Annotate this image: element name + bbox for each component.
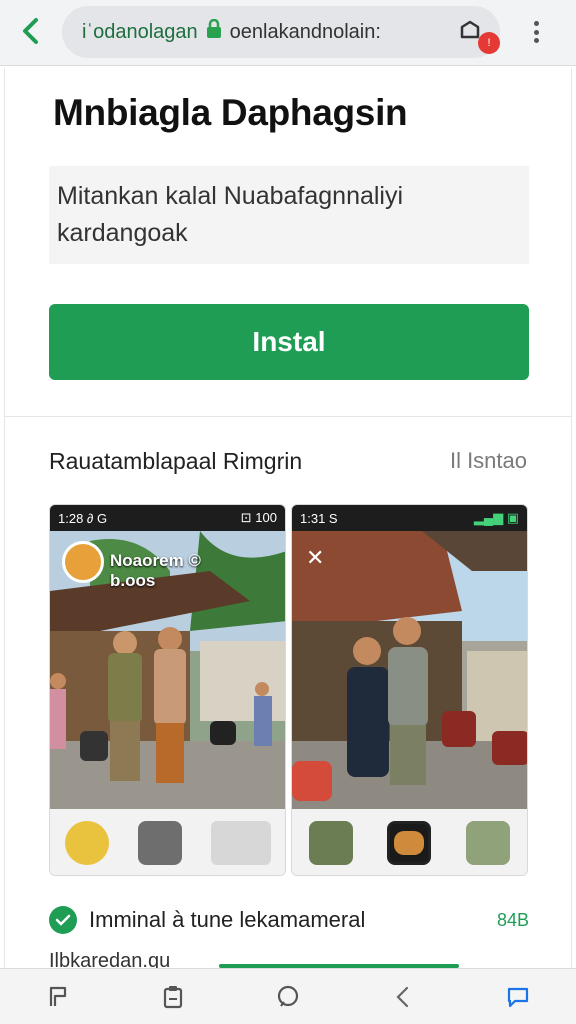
overlay-caption: Noaorem © b.oos: [110, 551, 201, 590]
thumbnail[interactable]: [465, 821, 510, 865]
thumbnail-strip: [292, 809, 527, 875]
thumbnail-strip: [50, 809, 285, 875]
screenshots-section-link[interactable]: Il Isntao: [450, 448, 527, 474]
screenshot-card[interactable]: 1:31 S ▂▄▆ ▣ ✕: [291, 504, 528, 876]
screenshot-image: [292, 531, 527, 809]
back-arrow-icon[interactable]: [14, 14, 48, 48]
thumbnail[interactable]: [64, 821, 109, 865]
check-icon: [49, 906, 77, 934]
avatar: [62, 541, 104, 583]
screenshots-section-title: Rauatamblapaal Rimgrin: [49, 448, 303, 474]
thumbnail[interactable]: [137, 821, 182, 865]
phone-status-bar: 1:31 S ▂▄▆ ▣: [292, 505, 527, 531]
install-info-row: Imminal à tune lekamameral 84B: [49, 902, 529, 938]
app-title: Mnbiagla Daphagsin: [53, 92, 408, 133]
thumbnail[interactable]: [309, 821, 354, 865]
app-description: Mitankan kalal Nuabafagnnaliyi kardangoa…: [49, 166, 529, 264]
url-path: oenlakandnolain:: [229, 20, 381, 43]
bookmark-icon[interactable]: [38, 977, 78, 1017]
lock-icon: [206, 18, 222, 45]
divider: [5, 416, 571, 417]
thumbnail[interactable]: [210, 821, 271, 865]
install-button[interactable]: Instal: [49, 304, 529, 380]
download-size: 84B: [496, 909, 529, 930]
more-vert-icon[interactable]: [524, 15, 548, 49]
url-host: iˈodanolagan: [82, 20, 198, 43]
message-icon[interactable]: [498, 977, 538, 1017]
clipboard-icon[interactable]: [153, 977, 193, 1017]
notification-badge: !: [478, 32, 500, 54]
screenshot-card[interactable]: 1:28 ∂ G ⊡ 100 Noaorem © b.oos: [49, 504, 286, 876]
address-bar[interactable]: iˈodanolagan oenlakandnolain:: [62, 6, 500, 58]
app-store-page: Mnbiagla Daphagsin Mitankan kalal Nuabaf…: [4, 68, 572, 968]
browser-toolbar: iˈodanolagan oenlakandnolain: !: [0, 0, 576, 66]
thumbnail[interactable]: [387, 821, 432, 865]
close-icon[interactable]: ✕: [306, 545, 324, 571]
chat-icon[interactable]: [268, 977, 308, 1017]
phone-status-bar: 1:28 ∂ G ⊡ 100: [50, 505, 285, 531]
install-info-text: Imminal à tune lekamameral: [89, 907, 366, 932]
truncated-row-text: Ilbkaredan.qu: [49, 950, 171, 968]
back-icon[interactable]: [383, 977, 423, 1017]
bottom-navigation: [0, 968, 576, 1024]
